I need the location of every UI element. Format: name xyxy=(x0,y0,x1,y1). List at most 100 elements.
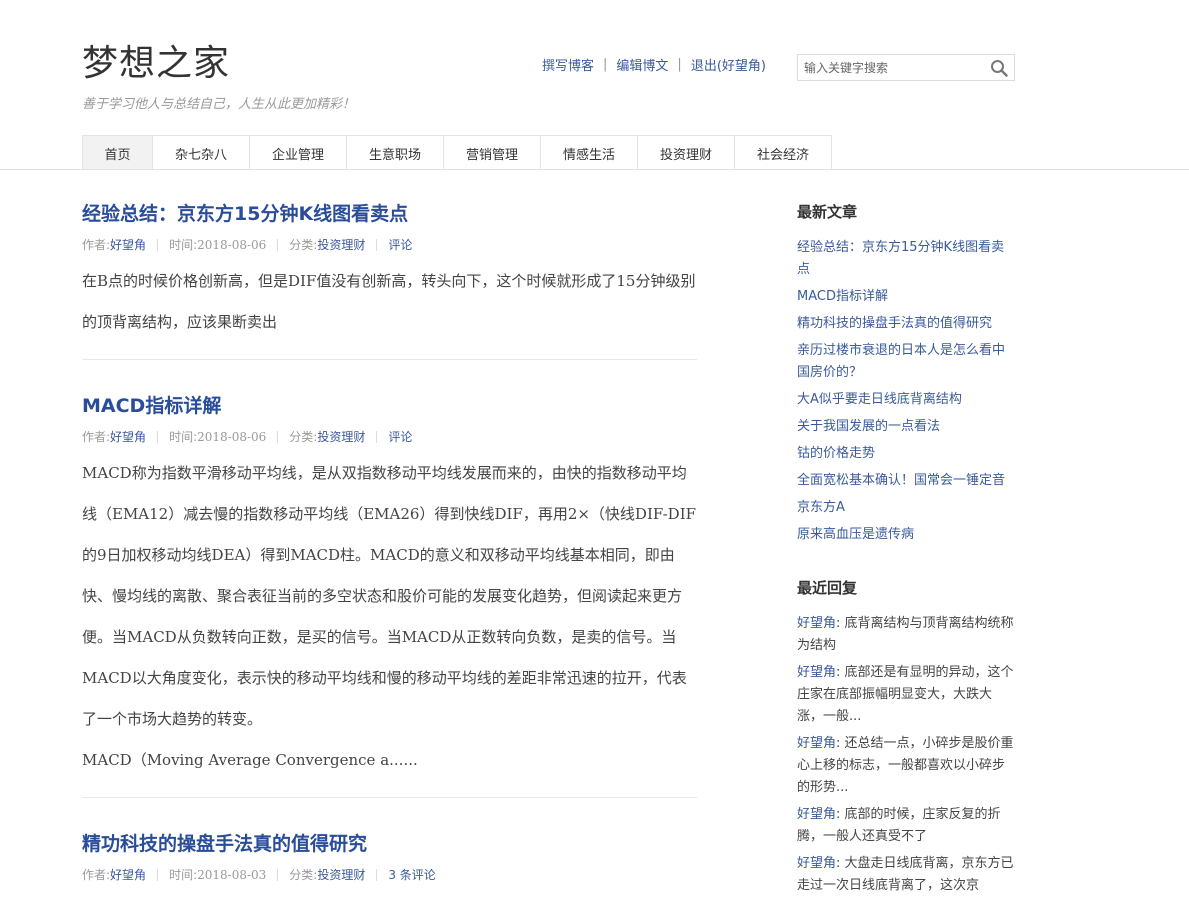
recent-post-link[interactable]: 关于我国发展的一点看法 xyxy=(797,419,940,434)
write-blog-link[interactable]: 撰写博客 xyxy=(542,55,594,74)
recent-post-link[interactable]: 钴的价格走势 xyxy=(797,446,875,461)
excerpt-paragraph: MACD（Moving Average Convergence a...... xyxy=(82,751,418,769)
divider xyxy=(277,430,279,443)
recent-comments-list: 好望角: 底背离结构与顶背离结构统称为结构 好望角: 底部还是有显明的异动，这个… xyxy=(797,613,1017,897)
time-label: 时间: xyxy=(169,238,198,252)
recent-comments-widget: 最近回复 好望角: 底背离结构与顶背离结构统称为结构 好望角: 底部还是有显明的… xyxy=(797,576,1017,897)
category-label: 分类: xyxy=(289,430,318,444)
widget-title: 最新文章 xyxy=(797,203,858,221)
top-navigation: 撰写博客 | 编辑博文 | 退出(好望角) xyxy=(542,55,766,74)
post-date: 2018-08-03 xyxy=(197,867,267,882)
search-box xyxy=(797,54,1015,81)
comments-link[interactable]: 评论 xyxy=(388,428,412,445)
nav-item-home[interactable]: 首页 xyxy=(83,136,153,170)
post-item: MACD指标详解 作者: 好望角 时间: 2018-08-06 分类: 投资理财… xyxy=(82,392,697,798)
post-title[interactable]: 精功科技的操盘手法真的值得研究 xyxy=(82,830,697,858)
recent-post-link[interactable]: 精功科技的操盘手法真的值得研究 xyxy=(797,316,992,331)
category-link[interactable]: 投资理财 xyxy=(317,428,365,445)
recent-post-link[interactable]: 京东方A xyxy=(797,500,845,515)
recent-posts-widget: 最新文章 经验总结：京东方15分钟K线图看卖点 MACD指标详解 精功科技的操盘… xyxy=(797,200,1017,546)
nav-item-marketing[interactable]: 营销管理 xyxy=(444,136,541,170)
nav-item-economy[interactable]: 社会经济 xyxy=(735,136,832,170)
post-item: 经验总结：京东方15分钟K线图看卖点 作者: 好望角 时间: 2018-08-0… xyxy=(82,200,697,360)
divider xyxy=(157,430,159,443)
excerpt-paragraph: 在B点的时候价格创新高，但是DIF值没有创新高，转头向下，这个时候就形成了15分… xyxy=(82,272,696,331)
post-excerpt: MACD称为指数平滑移动平均线，是从双指数移动平均线发展而来的，由快的指数移动平… xyxy=(82,453,697,781)
list-item: 关于我国发展的一点看法 xyxy=(797,416,1017,438)
category-label: 分类: xyxy=(289,868,318,882)
separator: | xyxy=(677,57,682,72)
category-link[interactable]: 投资理财 xyxy=(317,236,365,253)
category-label: 分类: xyxy=(289,238,318,252)
post-excerpt: 在B点的时候价格创新高，但是DIF值没有创新高，转头向下，这个时候就形成了15分… xyxy=(82,261,697,343)
logout-link[interactable]: 退出(好望角) xyxy=(691,55,766,74)
site-description: 善于学习他人与总结自己，人生从此更加精彩！ xyxy=(82,97,356,112)
post-list: 经验总结：京东方15分钟K线图看卖点 作者: 好望角 时间: 2018-08-0… xyxy=(82,200,697,913)
list-item: MACD指标详解 xyxy=(797,286,1017,308)
author-label: 作者: xyxy=(82,238,111,252)
post-meta: 作者: 好望角 时间: 2018-08-06 分类: 投资理财 评论 xyxy=(82,428,697,445)
recent-posts-list: 经验总结：京东方15分钟K线图看卖点 MACD指标详解 精功科技的操盘手法真的值… xyxy=(797,237,1017,546)
post-title[interactable]: MACD指标详解 xyxy=(82,392,697,420)
time-label: 时间: xyxy=(169,430,198,444)
list-item: 钴的价格走势 xyxy=(797,443,1017,465)
list-item: 好望角: 底部的时候，庄家反复的折腾，一般人还真受不了 xyxy=(797,807,1001,844)
divider xyxy=(376,238,378,251)
divider xyxy=(376,430,378,443)
comment-author-link[interactable]: 好望角 xyxy=(797,856,836,871)
list-item: 京东方A xyxy=(797,497,1017,519)
divider xyxy=(157,238,159,251)
author-link[interactable]: 好望角 xyxy=(110,236,146,253)
list-item: 好望角: 还总结一点，小碎步是股价重心上移的标志，一般都喜欢以小碎步的形势... xyxy=(797,736,1014,795)
excerpt-paragraph: MACD称为指数平滑移动平均线，是从双指数移动平均线发展而来的，由快的指数移动平… xyxy=(82,464,697,728)
main-navigation: 首页 杂七杂八 企业管理 生意职场 营销管理 情感生活 投资理财 社会经济 xyxy=(82,135,832,170)
nav-item-investment[interactable]: 投资理财 xyxy=(638,136,735,170)
edit-post-link[interactable]: 编辑博文 xyxy=(616,55,668,74)
list-item: 好望角: 大盘走日线底背离，京东方已走过一次日线底背离了，这次京 xyxy=(797,856,1014,893)
recent-post-link[interactable]: 经验总结：京东方15分钟K线图看卖点 xyxy=(797,240,1004,277)
nav-item-management[interactable]: 企业管理 xyxy=(250,136,347,170)
divider xyxy=(277,868,279,881)
search-icon[interactable] xyxy=(990,59,1008,77)
divider xyxy=(157,868,159,881)
author-label: 作者: xyxy=(82,868,111,882)
list-item: 全面宽松基本确认！国常会一锤定音 xyxy=(797,470,1017,492)
recent-post-link[interactable]: 全面宽松基本确认！国常会一锤定音 xyxy=(797,473,1005,488)
separator: | xyxy=(603,57,608,72)
post-item: 精功科技的操盘手法真的值得研究 作者: 好望角 时间: 2018-08-03 分… xyxy=(82,830,697,899)
comment-author-link[interactable]: 好望角 xyxy=(797,616,836,631)
comments-link[interactable]: 评论 xyxy=(388,236,412,253)
comments-link[interactable]: 3 条评论 xyxy=(388,866,435,883)
recent-post-link[interactable]: MACD指标详解 xyxy=(797,289,888,304)
widget-title: 最近回复 xyxy=(797,579,858,597)
divider xyxy=(277,238,279,251)
time-label: 时间: xyxy=(169,868,198,882)
post-date: 2018-08-06 xyxy=(197,237,267,252)
divider xyxy=(376,868,378,881)
post-title[interactable]: 经验总结：京东方15分钟K线图看卖点 xyxy=(82,200,697,228)
comment-author-link[interactable]: 好望角 xyxy=(797,736,836,751)
recent-post-link[interactable]: 亲历过楼市衰退的日本人是怎么看中国房价的？ xyxy=(797,343,1005,380)
list-item: 经验总结：京东方15分钟K线图看卖点 xyxy=(797,237,1017,281)
post-meta: 作者: 好望角 时间: 2018-08-03 分类: 投资理财 3 条评论 xyxy=(82,866,697,883)
list-item: 大A似乎要走日线底背离结构 xyxy=(797,389,1017,411)
site-title[interactable]: 梦想之家 xyxy=(82,42,230,86)
author-link[interactable]: 好望角 xyxy=(110,428,146,445)
comment-author-link[interactable]: 好望角 xyxy=(797,665,836,680)
comment-author-link[interactable]: 好望角 xyxy=(797,807,836,822)
nav-item-misc[interactable]: 杂七杂八 xyxy=(153,136,250,170)
recent-post-link[interactable]: 大A似乎要走日线底背离结构 xyxy=(797,392,962,407)
nav-item-business[interactable]: 生意职场 xyxy=(347,136,444,170)
post-meta: 作者: 好望角 时间: 2018-08-06 分类: 投资理财 评论 xyxy=(82,236,697,253)
list-item: 亲历过楼市衰退的日本人是怎么看中国房价的？ xyxy=(797,340,1017,384)
category-link[interactable]: 投资理财 xyxy=(317,866,365,883)
sidebar: 最新文章 经验总结：京东方15分钟K线图看卖点 MACD指标详解 精功科技的操盘… xyxy=(797,200,1017,902)
nav-item-emotion[interactable]: 情感生活 xyxy=(541,136,638,170)
post-date: 2018-08-06 xyxy=(197,429,267,444)
author-label: 作者: xyxy=(82,430,111,444)
author-link[interactable]: 好望角 xyxy=(110,866,146,883)
list-item: 好望角: 底背离结构与顶背离结构统称为结构 xyxy=(797,616,1014,653)
list-item: 好望角: 底部还是有显明的异动，这个庄家在底部振幅明显变大，大跌大涨，一般... xyxy=(797,665,1014,724)
search-input[interactable] xyxy=(798,55,983,80)
recent-post-link[interactable]: 原来高血压是遗传病 xyxy=(797,527,914,542)
